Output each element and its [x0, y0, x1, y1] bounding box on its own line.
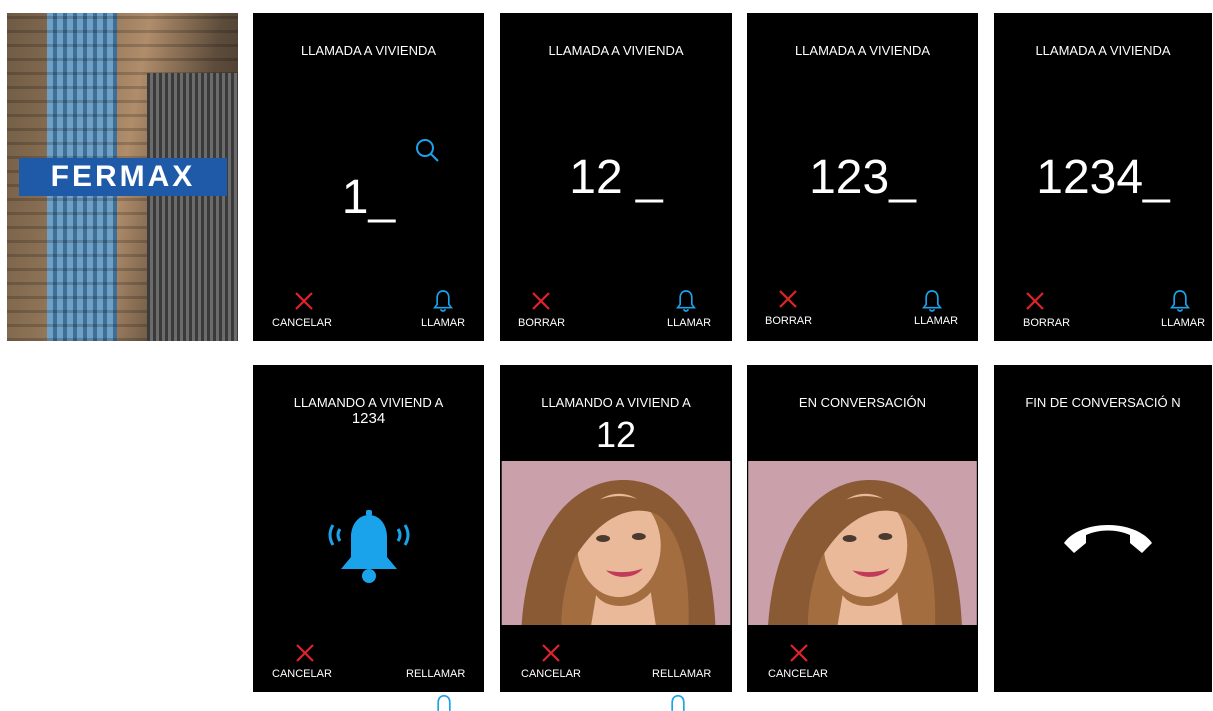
screen-dial-3: LLAMADA A VIVIENDA 123_ BORRAR LLAMAR: [747, 13, 978, 341]
screen-title: LLAMANDO A VIVIEND A: [293, 395, 444, 410]
cancel-button[interactable]: CANCELAR: [768, 668, 828, 681]
screen-title: LLAMADA A VIVIENDA: [1035, 43, 1171, 58]
bell-icon[interactable]: [922, 289, 942, 313]
dialed-number: 12 _: [569, 151, 663, 204]
screen-title: LLAMADA A VIVIENDA: [300, 43, 437, 58]
screen-title: FIN DE CONVERSACIÓ N: [1025, 395, 1181, 410]
dialed-number: 123_: [809, 151, 916, 204]
close-icon[interactable]: [531, 291, 551, 311]
bell-icon[interactable]: [1170, 289, 1190, 313]
bell-ringing-icon: [328, 510, 410, 583]
call-button[interactable]: LLAMAR: [1161, 317, 1205, 330]
screen-end-conversation: FIN DE CONVERSACIÓ N: [994, 365, 1212, 692]
close-icon[interactable]: [541, 643, 561, 663]
close-icon[interactable]: [789, 643, 809, 663]
video-feed-image: [748, 461, 977, 625]
delete-button[interactable]: BORRAR: [518, 317, 565, 330]
screen-title: LLAMADA A VIVIENDA: [794, 43, 931, 58]
call-button[interactable]: LLAMAR: [914, 315, 958, 328]
screen-in-conversation: EN CONVERSACIÓN CANCELAR: [747, 365, 978, 692]
screen-dial-1: LLAMADA A VIVIENDA 1_ CANCELAR LLAMAR: [253, 13, 484, 341]
hangup-phone-icon: [1064, 525, 1152, 553]
brand-building-image: FERMAX: [7, 13, 238, 341]
close-icon[interactable]: [1025, 291, 1045, 311]
screen-title: LLAMANDO A VIVIEND A: [541, 395, 691, 410]
redial-button[interactable]: RELLAMAR: [406, 668, 465, 681]
called-number: 12: [595, 414, 637, 455]
redial-button[interactable]: RELLAMAR: [652, 668, 711, 681]
cancel-button[interactable]: CANCELAR: [272, 668, 332, 681]
bell-icon[interactable]: [668, 694, 688, 711]
called-number: 1234: [351, 410, 386, 427]
screen-title: LLAMADA A VIVIENDA: [548, 43, 684, 58]
dialed-number: 1_: [341, 171, 396, 224]
screen-calling-video: LLAMANDO A VIVIEND A 12 CANCELAR RELLAMA…: [500, 365, 732, 692]
search-icon[interactable]: [414, 137, 440, 163]
video-feed-image: [501, 461, 731, 625]
call-button[interactable]: LLAMAR: [667, 317, 711, 330]
close-icon[interactable]: [295, 643, 315, 663]
screen-dial-4: LLAMADA A VIVIENDA 1234_ BORRAR LLAMAR: [994, 13, 1212, 341]
delete-button[interactable]: BORRAR: [765, 315, 812, 328]
screen-calling: LLAMANDO A VIVIEND A 1234 CANCELAR RELLA…: [253, 365, 484, 692]
bell-icon[interactable]: [433, 289, 453, 313]
call-button[interactable]: LLAMAR: [421, 317, 465, 330]
cancel-button[interactable]: CANCELAR: [521, 668, 581, 681]
screen-title: EN CONVERSACIÓN: [798, 395, 927, 410]
close-icon[interactable]: [778, 289, 798, 309]
fermax-logo: FERMAX: [19, 158, 227, 196]
bell-icon[interactable]: [676, 289, 696, 313]
cancel-button[interactable]: CANCELAR: [272, 317, 332, 330]
delete-button[interactable]: BORRAR: [1023, 317, 1070, 330]
screen-dial-2: LLAMADA A VIVIENDA 12 _ BORRAR LLAMAR: [500, 13, 732, 341]
dialed-number: 1234_: [1036, 151, 1170, 204]
close-icon[interactable]: [294, 291, 314, 311]
bell-icon[interactable]: [434, 694, 454, 711]
